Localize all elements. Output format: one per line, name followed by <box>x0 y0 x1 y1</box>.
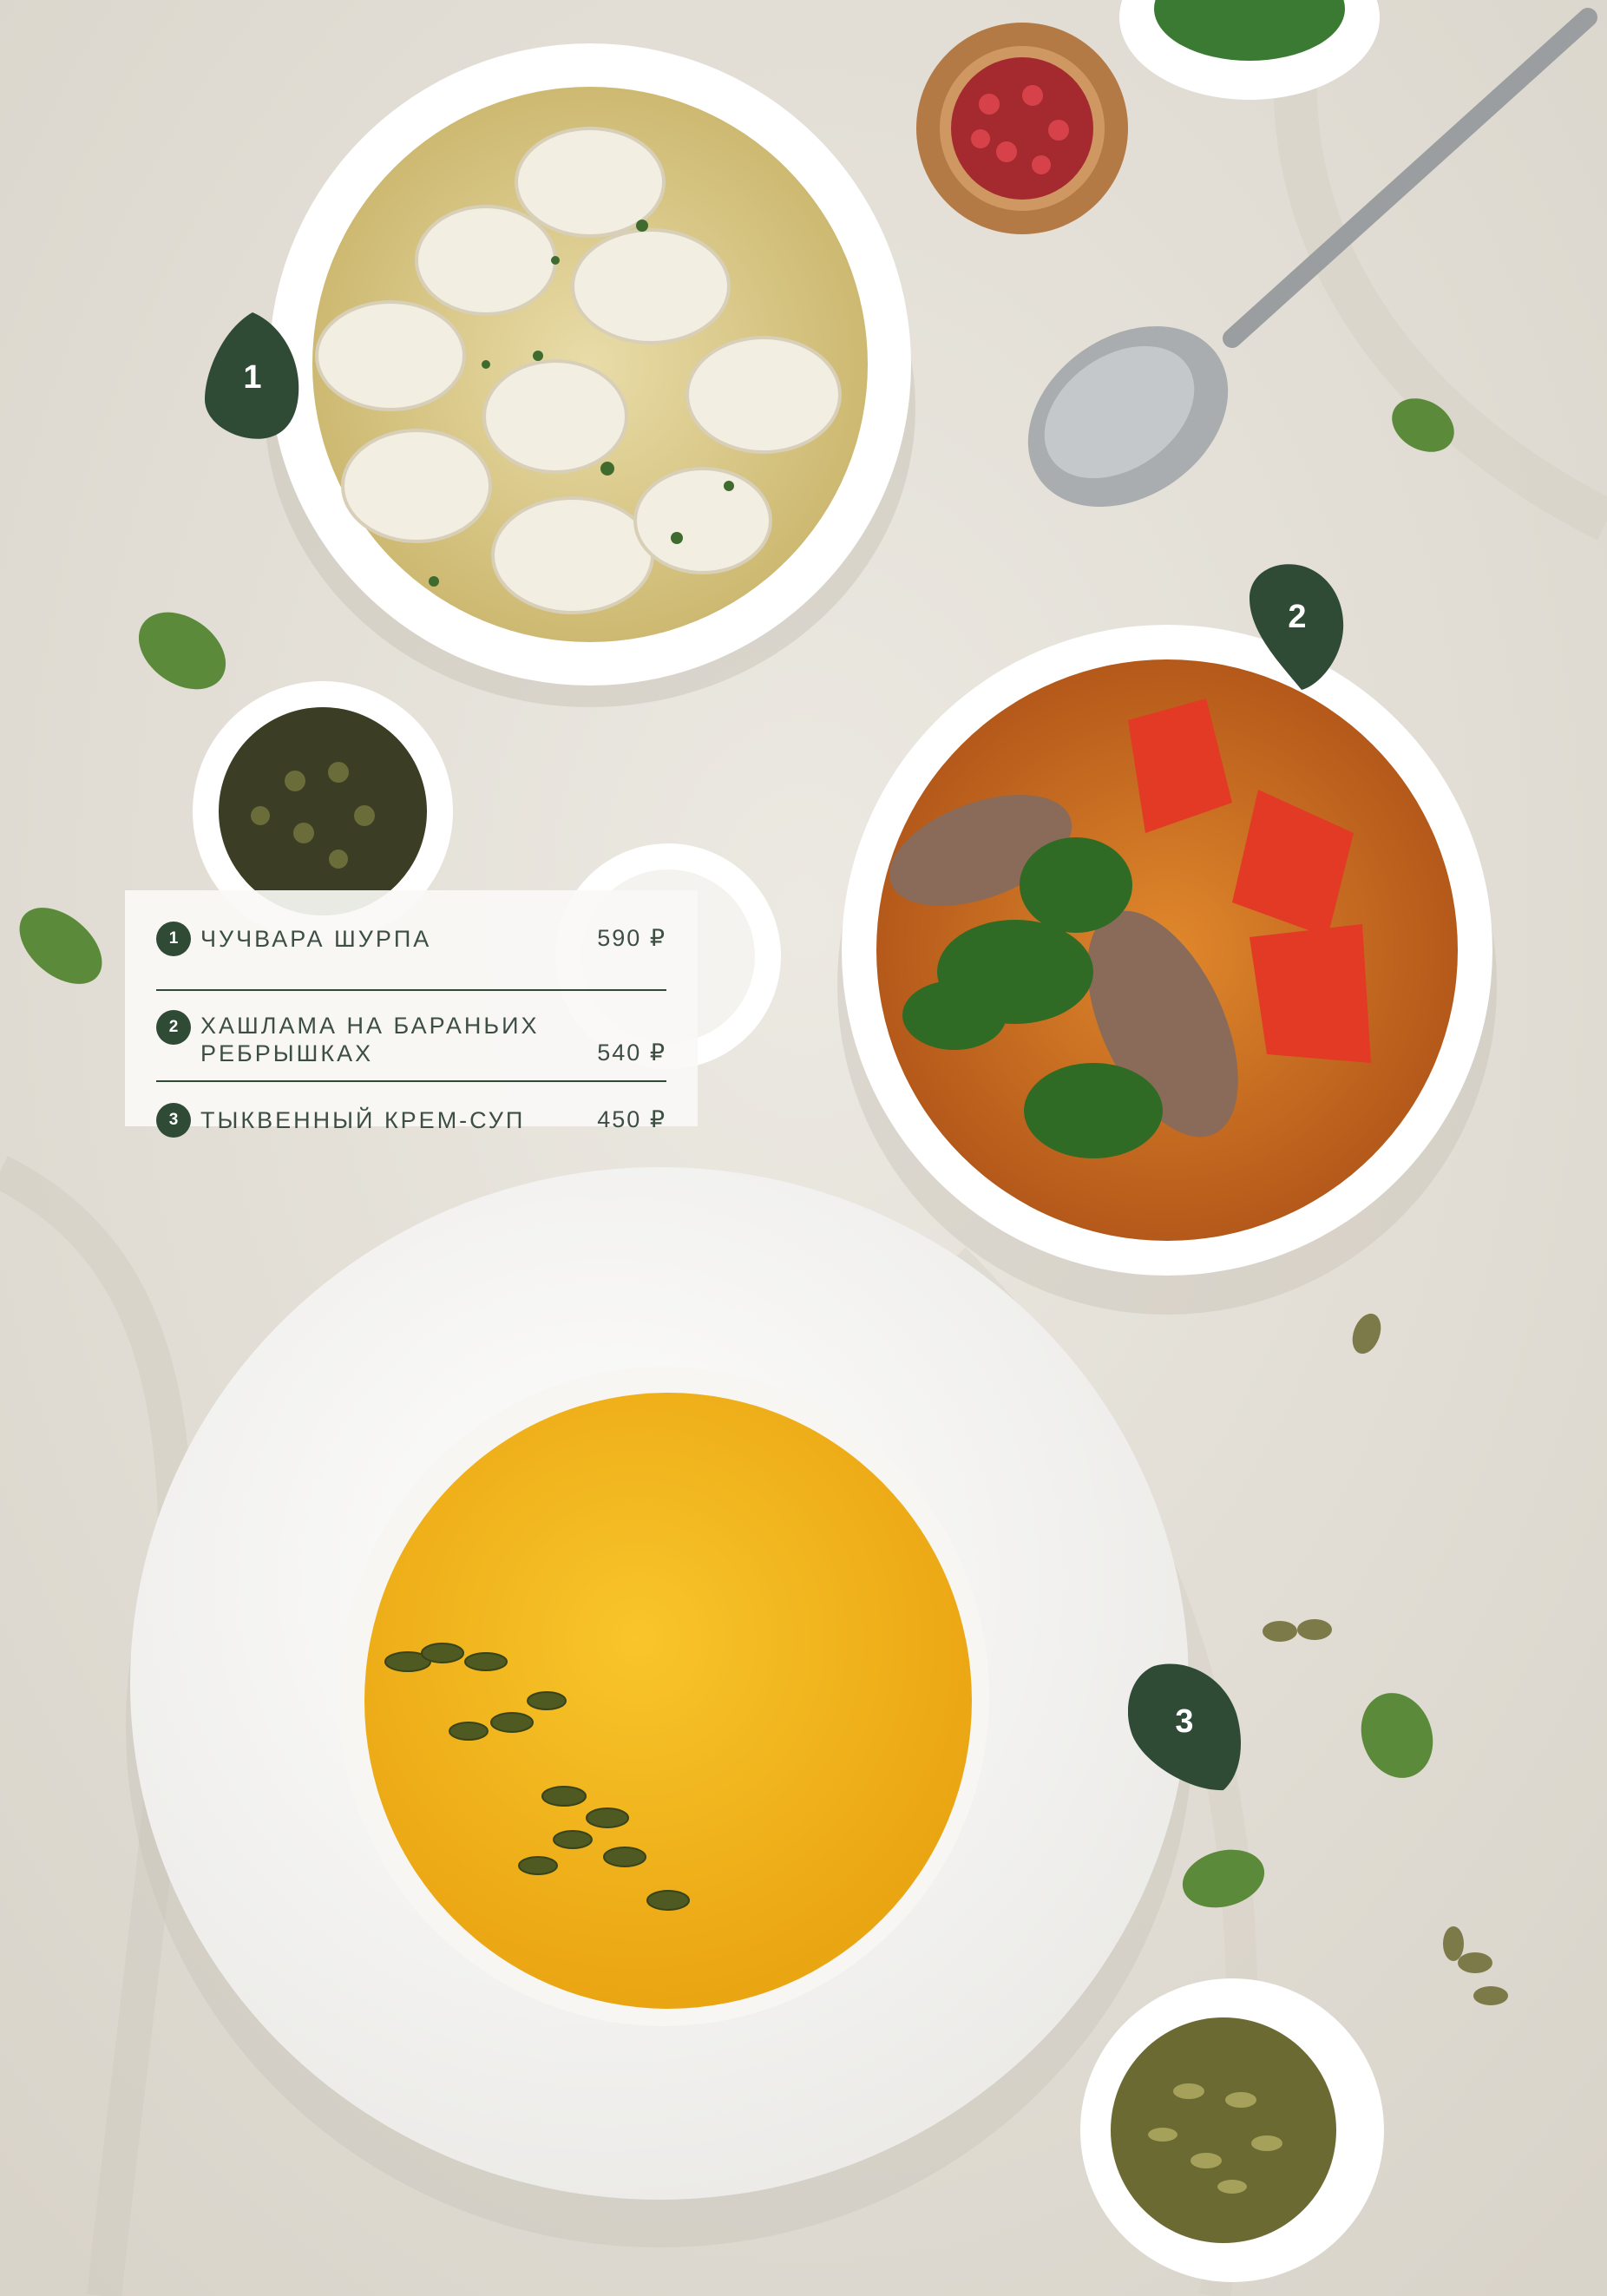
menu-item: 1 ЧУЧВАРА ШУРПА 590 ₽ <box>156 916 666 991</box>
menu-item-name: ХАШЛАМА НА БАРАНЬИХ РЕБРЫШКАХ <box>200 1012 597 1067</box>
bowl-1-chuchvara-shurpa <box>265 43 915 707</box>
menu-item: 2 ХАШЛАМА НА БАРАНЬИХ РЕБРЫШКАХ 540 ₽ <box>156 991 666 1082</box>
dish-marker-number: 1 <box>243 359 262 396</box>
menu-item-name-line-1: ХАШЛАМА НА БАРАНЬИХ <box>200 1013 540 1039</box>
menu-item-name: ТЫКВЕННЫЙ КРЕМ-СУП <box>200 1107 526 1133</box>
menu-item-number: 1 <box>156 922 191 956</box>
dish-marker-3: 3 <box>1128 1662 1241 1792</box>
menu-item: 3 ТЫКВЕННЫЙ КРЕМ-СУП 450 ₽ <box>156 1082 666 1138</box>
menu-item-price: 450 ₽ <box>597 1106 666 1132</box>
menu-item-number: 3 <box>156 1103 191 1138</box>
dish-marker-1: 1 <box>205 312 300 443</box>
dish-marker-2: 2 <box>1250 564 1345 694</box>
menu-card: 1 ЧУЧВАРА ШУРПА 590 ₽ 2 ХАШЛАМА НА БАРАН… <box>125 890 698 1138</box>
pink-pepper-bowl <box>916 23 1128 234</box>
dish-marker-number: 2 <box>1288 599 1307 635</box>
bowl-2-khashlama <box>837 625 1497 1315</box>
menu-item-price: 590 ₽ <box>597 925 666 951</box>
menu-item-number: 2 <box>156 1010 191 1045</box>
menu-item-name-line-2: РЕБРЫШКАХ <box>200 1040 374 1066</box>
dish-marker-number: 3 <box>1175 1703 1194 1740</box>
plate-3-pumpkin-soup <box>126 1167 1193 2247</box>
menu-item-name: ЧУЧВАРА ШУРПА <box>200 926 432 952</box>
pumpkin-seed-bowl <box>1080 1978 1384 2282</box>
menu-item-price: 540 ₽ <box>597 1040 666 1066</box>
